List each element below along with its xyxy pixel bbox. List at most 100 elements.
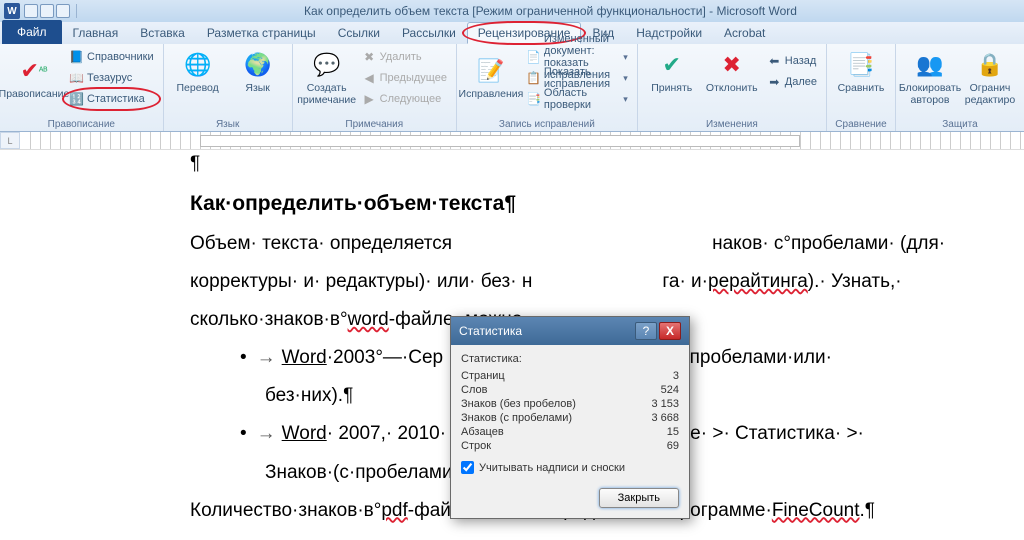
group-label: Примечания [293,119,456,130]
wordcount-button[interactable]: 🔢Статистика [66,89,157,109]
tab-links[interactable]: Ссылки [327,22,391,44]
stat-value: 69 [667,440,679,452]
prev-comment-button: ◀Предыдущее [359,68,450,88]
group-compare: 📑Сравнить Сравнение [827,44,896,131]
tab-addins[interactable]: Надстройки [625,22,713,44]
doc-text: корректуры· и· редактуры)· или· без· н [190,271,532,292]
dialog-title: Статистика [459,324,522,338]
translate-icon: 🌐 [182,49,214,81]
doc-link: word [348,309,389,330]
group-changes: ✔Принять ✖Отклонить ⬅Назад ➡Далее Измене… [638,44,827,131]
document-area[interactable]: Как·определить·объем·текста Объем· текст… [0,150,1024,540]
thesaurus-button[interactable]: 📖Тезаурус [66,68,157,88]
group-proofing: ✔ᴬᴮ Правописание 📘Справочники 📖Тезаурус … [0,44,164,131]
comment-icon: 💬 [311,49,343,81]
block-authors-button: 👥Блокировать авторов [902,47,958,108]
doc-text: сколько·знаков·в° [190,309,348,330]
ribbon-tabs: Файл Главная Вставка Разметка страницы С… [0,22,1024,44]
dialog-titlebar[interactable]: Статистика ? X [451,317,689,345]
ruler-corner: L [0,132,20,149]
doc-text: ·2003°—·Сер [327,347,443,368]
compare-icon: 📑 [845,49,877,81]
stat-value: 15 [667,426,679,438]
chevron-down-icon: ▾ [623,94,628,105]
wordcount-dialog: Статистика ? X Статистика: Страниц3Слов5… [450,316,690,519]
close-icon[interactable]: X [659,322,681,340]
dialog-section-label: Статистика: [461,353,679,365]
pane-icon: 📑 [526,92,541,107]
stat-value: 524 [661,384,679,396]
next-change-button[interactable]: ➡Далее [764,72,820,92]
title-bar: W Как определить объем текста [Режим огр… [0,0,1024,22]
tab-mail[interactable]: Рассылки [391,22,467,44]
display-dropdown[interactable]: 📄Измененный документ: показать исправлен… [523,47,631,67]
new-comment-button[interactable]: 💬Создать примечание [299,47,355,108]
doc-text: Word [282,423,327,444]
dialog-footer: Закрыть [451,482,689,518]
reviewing-pane-button[interactable]: 📑Область проверки▾ [523,89,631,109]
dialog-body: Статистика: Страниц3Слов524Знаков (без п… [451,345,689,482]
tab-acrobat[interactable]: Acrobat [713,22,776,44]
next-icon: ▶ [362,92,377,107]
language-button[interactable]: 🌍Язык [230,47,286,97]
stat-value: 3 153 [651,398,679,410]
tab-home[interactable]: Главная [62,22,130,44]
doc-text: ).· Узнать,· [808,271,902,292]
reject-button[interactable]: ✖Отклонить [704,47,760,97]
group-label: Сравнение [827,119,895,130]
delete-comment-button: ✖Удалить [359,47,450,67]
help-button[interactable]: ? [635,322,657,340]
restrict-edit-button[interactable]: 🔒Огранич редактиро [962,47,1018,108]
word-app-icon: W [4,3,20,19]
qat-save-icon[interactable] [24,4,38,18]
doc-link: FineCount [772,500,860,521]
group-comments: 💬Создать примечание ✖Удалить ◀Предыдущее… [293,44,457,131]
doc-text: Объем· текста· определяется [190,233,452,254]
research-button[interactable]: 📘Справочники [66,47,157,67]
stat-row: Абзацев 15 [461,425,679,439]
book-icon: 📘 [69,50,84,65]
group-tracking: 📝Исправления 📄Измененный документ: показ… [457,44,638,131]
doc-text: га· и· [662,271,708,292]
group-label: Язык [164,119,292,130]
next-comment-button: ▶Следующее [359,89,450,109]
translate-button[interactable]: 🌐Перевод [170,47,226,97]
group-label: Запись исправлений [457,119,637,130]
group-language: 🌐Перевод 🌍Язык Язык [164,44,293,131]
prev-icon: ◀ [362,71,377,86]
group-label: Изменения [638,119,826,130]
tab-file[interactable]: Файл [2,20,62,44]
doc-text: . [860,500,865,521]
ribbon: ✔ᴬᴮ Правописание 📘Справочники 📖Тезаурус … [0,44,1024,132]
arrow-left-icon: ⬅ [767,54,782,69]
compare-button[interactable]: 📑Сравнить [833,47,889,97]
accept-icon: ✔ [656,49,688,81]
close-button[interactable]: Закрыть [599,488,679,508]
stat-value: 3 [673,370,679,382]
qat-redo-icon[interactable] [56,4,70,18]
ruler-active-area [200,135,800,147]
horizontal-ruler[interactable]: L [0,132,1024,150]
prev-change-button[interactable]: ⬅Назад [764,51,820,71]
doc-link: рерайтинга [708,271,808,292]
include-textboxes-checkbox[interactable]: Учитывать надписи и сноски [461,461,679,474]
stat-row: Знаков (без пробелов) 3 153 [461,397,679,411]
qat-undo-icon[interactable] [40,4,54,18]
stat-label: Знаков (без пробелов) [461,398,576,410]
stat-row: Строк69 [461,439,679,453]
paragraph-mark [190,150,945,182]
group-label: Правописание [0,119,163,130]
checkbox-input[interactable] [461,461,474,474]
stat-label: Абзацев [461,426,504,438]
tab-insert[interactable]: Вставка [129,22,196,44]
stat-row: Слов524 [461,383,679,397]
block-icon: 👥 [914,49,946,81]
wordcount-icon: 🔢 [69,92,84,107]
tab-layout[interactable]: Разметка страницы [196,22,327,44]
show-markup-button[interactable]: 📋Показать исправления▾ [523,68,631,88]
track-changes-button[interactable]: 📝Исправления [463,53,519,103]
spelling-button[interactable]: ✔ᴬᴮ Правописание [6,53,62,103]
accept-button[interactable]: ✔Принять [644,47,700,97]
lock-icon: 🔒 [974,49,1006,81]
thesaurus-icon: 📖 [69,71,84,86]
